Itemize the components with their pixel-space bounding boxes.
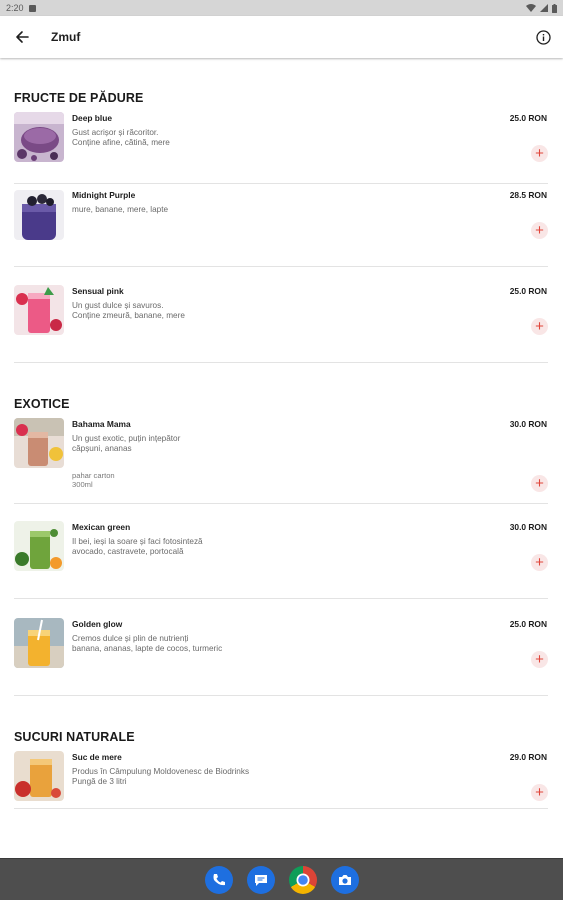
item-description: Gust acrișor și răcoritor. Conține afine…: [72, 128, 170, 147]
item-info: Mexican green Il bei, ieși la soare și f…: [72, 522, 442, 556]
item-name: Sensual pink: [72, 286, 124, 296]
phone-icon: [213, 873, 225, 885]
phone-app-button[interactable]: [204, 865, 233, 894]
item-description: Un gust dulce și savuros. Conține zmeură…: [72, 301, 185, 320]
camera-icon: [338, 874, 351, 885]
battery-icon: [552, 3, 557, 13]
bahama-mama-image: [14, 418, 64, 468]
midnight-purple-image: [14, 190, 64, 240]
item-info: Bahama Mama Un gust exotic, puțin ințepă…: [72, 419, 442, 489]
section-fructe-de-padure: FRUCTE DE PĂDURE Deep blue Gust acrișor …: [14, 91, 548, 363]
deep-blue-image: [14, 112, 64, 162]
add-to-cart-button[interactable]: +: [531, 222, 548, 239]
signal-icon: [540, 4, 548, 12]
item-info: Sensual pink Un gust dulce și savuros. C…: [72, 286, 442, 320]
add-to-cart-button[interactable]: +: [531, 145, 548, 162]
status-time: 2:20: [6, 3, 24, 13]
messages-icon: [254, 874, 267, 886]
item-price: 25.0 RON: [509, 619, 547, 629]
item-extra-info: pahar carton 300ml: [72, 471, 115, 490]
wifi-icon: [526, 4, 536, 12]
item-info: Deep blue Gust acrișor și răcoritor. Con…: [72, 113, 442, 147]
menu-item-bahama-mama[interactable]: Bahama Mama Un gust exotic, puțin ințepă…: [14, 418, 548, 504]
notification-icon: [28, 4, 36, 12]
info-icon: [535, 29, 551, 45]
item-name: Golden glow: [72, 619, 123, 629]
add-to-cart-button[interactable]: +: [531, 784, 548, 801]
item-price: 25.0 RON: [509, 286, 547, 296]
item-description: Cremos dulce și plin de nutrienți banana…: [72, 634, 223, 653]
item-info: Golden glow Cremos dulce și plin de nutr…: [72, 619, 442, 653]
mexican-green-image: [14, 521, 64, 571]
messages-app-button[interactable]: [246, 865, 275, 894]
bottom-dock: [0, 858, 563, 900]
item-name: Deep blue: [72, 113, 113, 123]
chrome-icon: [296, 873, 309, 886]
item-price: 30.0 RON: [509, 522, 547, 532]
item-name: Bahama Mama: [72, 419, 131, 429]
menu-item-sensual-pink[interactable]: Sensual pink Un gust dulce și savuros. C…: [14, 285, 548, 363]
item-price: 25.0 RON: [509, 113, 547, 123]
menu-item-deep-blue[interactable]: Deep blue Gust acrișor și răcoritor. Con…: [14, 112, 548, 184]
add-to-cart-button[interactable]: +: [531, 651, 548, 668]
item-info: Midnight Purple mure, banane, mere, lapt…: [72, 190, 442, 215]
section-title: FRUCTE DE PĂDURE: [14, 91, 144, 105]
section-title: EXOTICE: [14, 397, 70, 411]
page-title: Zmuf: [51, 30, 81, 44]
app-bar: Zmuf: [0, 16, 563, 58]
section-sucuri-naturale: SUCURI NATURALE Suc de mere Produs în Câ…: [14, 730, 548, 809]
item-price: 29.0 RON: [509, 752, 547, 762]
section-title: SUCURI NATURALE: [14, 730, 135, 744]
item-name: Midnight Purple: [72, 190, 136, 200]
menu-item-suc-de-mere[interactable]: Suc de mere Produs în Câmpulung Moldoven…: [14, 751, 548, 809]
info-button[interactable]: [529, 23, 557, 51]
item-info: Suc de mere Produs în Câmpulung Moldoven…: [72, 752, 442, 786]
chrome-app-button[interactable]: [288, 865, 317, 894]
suc-de-mere-image: [14, 751, 64, 801]
item-name: Suc de mere: [72, 752, 122, 762]
back-arrow-icon: [16, 31, 29, 43]
item-description: Un gust exotic, puțin ințepător căpșuni,…: [72, 434, 181, 453]
item-price: 28.5 RON: [509, 190, 547, 200]
menu-item-golden-glow[interactable]: Golden glow Cremos dulce și plin de nutr…: [14, 618, 548, 696]
item-description: Il bei, ieși la soare și faci fotosintez…: [72, 537, 203, 556]
golden-glow-image: [14, 618, 64, 668]
back-button[interactable]: [2, 17, 42, 57]
item-description: mure, banane, mere, lapte: [72, 205, 169, 214]
add-to-cart-button[interactable]: +: [531, 318, 548, 335]
camera-app-button[interactable]: [330, 865, 359, 894]
item-price: 30.0 RON: [509, 419, 547, 429]
status-bar: 2:20: [0, 0, 563, 16]
status-right: [526, 3, 557, 13]
item-description: Produs în Câmpulung Moldovenesc de Biodr…: [72, 767, 250, 786]
status-left: 2:20: [6, 3, 36, 13]
sensual-pink-image: [14, 285, 64, 335]
menu-item-midnight-purple[interactable]: Midnight Purple mure, banane, mere, lapt…: [14, 189, 548, 267]
menu-item-mexican-green[interactable]: Mexican green Il bei, ieși la soare și f…: [14, 521, 548, 599]
item-name: Mexican green: [72, 522, 131, 532]
menu-list: FRUCTE DE PĂDURE Deep blue Gust acrișor …: [0, 58, 563, 858]
add-to-cart-button[interactable]: +: [531, 475, 548, 492]
section-exotice: EXOTICE Bahama Mama Un gust exotic, puți…: [14, 397, 548, 696]
add-to-cart-button[interactable]: +: [531, 554, 548, 571]
